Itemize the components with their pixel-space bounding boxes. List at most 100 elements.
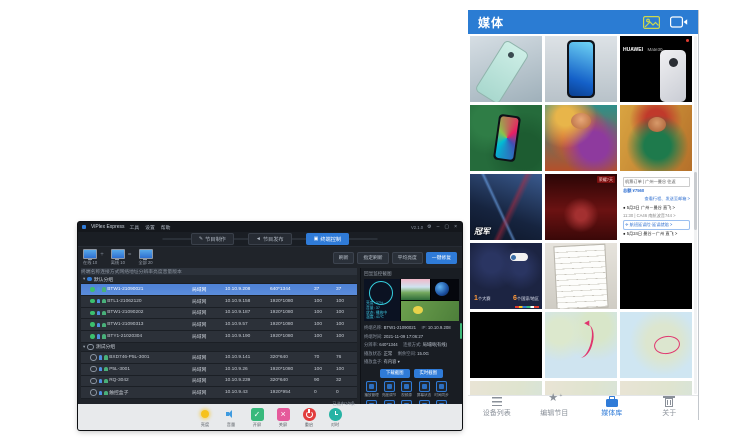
checkbox-icon[interactable] — [90, 334, 95, 339]
function-label: 亮度调节 — [382, 393, 396, 398]
function-button[interactable]: 亮度调节 — [382, 381, 397, 398]
function-button[interactable]: 播放管理 — [364, 381, 379, 398]
media-tile[interactable]: 冠军 — [470, 174, 542, 240]
toolbar-item[interactable]: 开屏 — [251, 408, 264, 428]
media-tile[interactable] — [620, 312, 692, 378]
table-row[interactable]: ▾ 默认分组 — [81, 275, 357, 284]
table-row[interactable]: BTY1-21020304 局域网 10.10.9.190 1920*1080 … — [81, 331, 357, 343]
column-header[interactable]: 音量 — [163, 268, 173, 275]
checkbox-icon[interactable] — [90, 354, 97, 361]
volume-cell: 0 — [336, 390, 358, 395]
function-button[interactable]: 网络配置 — [399, 400, 414, 404]
action-button[interactable]: 一键修复 — [426, 252, 457, 264]
media-tile[interactable] — [545, 105, 617, 171]
step-tab[interactable]: ✎ 节目制作 — [191, 233, 234, 245]
toolbar-item[interactable]: 音量 — [225, 408, 238, 428]
media-tile[interactable] — [470, 36, 542, 102]
function-button[interactable]: Remote — [434, 400, 449, 404]
function-button[interactable]: 屏幕状态 — [417, 381, 432, 398]
media-tile[interactable] — [620, 243, 692, 309]
nav-item[interactable]: 设备列表 — [468, 396, 526, 418]
table-row[interactable]: BTW1-21090021 局域网 10.10.9.208 640*1344 3… — [81, 284, 357, 296]
checkbox-icon[interactable] — [90, 389, 97, 396]
table-row[interactable]: 触控盒子 局域网 10.10.9.43 1920*954 0 0 v1.9.7 — [81, 387, 357, 399]
nav-label: 媒体库 — [601, 408, 622, 418]
checkbox-icon[interactable] — [90, 311, 95, 316]
step-tab[interactable]: ▣ 终端控制 — [306, 233, 350, 245]
action-button[interactable]: 平均亮度 — [392, 252, 423, 264]
media-tile[interactable] — [470, 312, 542, 378]
checkbox-icon[interactable] — [87, 277, 92, 282]
toolbar-item[interactable]: 亮度 — [199, 408, 212, 428]
function-button[interactable]: 视频源 — [399, 381, 414, 398]
column-header[interactable]: 网络地址 — [119, 268, 138, 275]
media-tile[interactable]: 1个大赛 6个国家/地区 — [470, 243, 542, 309]
photos-icon[interactable] — [643, 16, 660, 29]
panel-button[interactable]: 下载截图 — [380, 369, 410, 378]
media-tile[interactable] — [470, 105, 542, 171]
checkbox-icon[interactable] — [90, 322, 95, 327]
expander-icon[interactable]: ▾ — [83, 276, 85, 282]
media-tile[interactable] — [545, 36, 617, 102]
menubar-item[interactable]: 设置 — [145, 224, 155, 231]
window-control-button[interactable]: ▢ — [443, 225, 450, 230]
media-tile[interactable] — [620, 105, 692, 171]
checkbox-icon[interactable] — [90, 378, 97, 385]
column-header[interactable]: 亮度 — [153, 268, 163, 275]
device-icon — [99, 367, 103, 371]
grid-scrollbar[interactable] — [694, 36, 697, 394]
expander-icon[interactable]: ▾ — [83, 344, 85, 350]
table-row[interactable]: BTL1-21062120 局域网 10.10.9.158 1920*1080 … — [81, 296, 357, 308]
media-tile[interactable] — [620, 381, 692, 396]
media-tile[interactable]: 荣耀7天 — [545, 174, 617, 240]
menubar-item[interactable]: 工具 — [130, 224, 140, 231]
toolbar-icon — [303, 408, 316, 421]
window-control-button[interactable]: ⚙ — [426, 225, 432, 230]
video-icon[interactable] — [670, 16, 688, 28]
table-row[interactable]: RQ-3042 局域网 10.10.9.239 320*640 90 32 v5… — [81, 376, 357, 388]
toolbar-item[interactable]: 对时 — [329, 408, 342, 428]
column-header[interactable]: 终端名称 — [81, 268, 100, 275]
table-row[interactable]: BTW1-21090313 局域网 10.10.9.57 1920*1080 1… — [81, 319, 357, 331]
toolbar-item[interactable]: 重启 — [303, 408, 316, 428]
nav-item[interactable]: 编辑节目 — [526, 396, 584, 418]
media-tile[interactable]: 机票订单 | 广州—曼谷 往返 总额 ¥7560 查看行程、发送至邮箱 > ● … — [620, 174, 692, 240]
function-button[interactable]: 电源管理 — [382, 400, 397, 404]
column-header[interactable]: 版本 — [172, 268, 182, 275]
media-tile[interactable]: HUAWEI Mate30 — [620, 36, 692, 102]
function-button[interactable]: 重启配置 — [364, 400, 379, 404]
screen-preview[interactable]: 亮度: 37%音量: 37状态: 播放中温度: 41℃ — [364, 279, 459, 321]
nav-item[interactable]: 媒体库 — [583, 396, 641, 418]
brightness-cell: 0 — [314, 390, 336, 395]
panel-scrollbar[interactable] — [460, 323, 462, 339]
table-row[interactable]: ▾ 测试分组 — [81, 343, 357, 352]
toolbar-item[interactable]: 关屏 — [277, 408, 290, 428]
checkbox-icon[interactable] — [90, 299, 95, 304]
table-body: ▾ 默认分组 — [81, 275, 357, 399]
action-button[interactable]: 指定刷新 — [357, 252, 388, 264]
table-row[interactable]: P5L-3001 局域网 10.10.9.26 1920*1080 100 10… — [81, 364, 357, 376]
panel-button[interactable]: 实时截图 — [414, 369, 444, 378]
selection-count: 已选中1/9条 — [81, 399, 357, 410]
column-header[interactable]: 分辨率 — [139, 268, 153, 275]
checkbox-icon[interactable] — [90, 366, 97, 373]
media-tile[interactable] — [470, 381, 542, 396]
checkbox-icon[interactable] — [87, 344, 94, 351]
table-row[interactable]: BXD746-P5L-3001 局域网 10.10.9.141 320*640 … — [81, 352, 357, 364]
table-row[interactable]: BTW1-21090202 局域网 10.10.9.187 1920*1080 … — [81, 308, 357, 320]
column-header[interactable]: 连接方式 — [100, 268, 119, 275]
checkbox-icon[interactable] — [90, 287, 95, 292]
media-tile[interactable] — [545, 312, 617, 378]
nav-item[interactable]: 关于 — [641, 396, 699, 418]
window-control-button[interactable]: – — [436, 225, 441, 230]
function-button[interactable]: 终端升级 — [417, 400, 432, 404]
tile-text-lines — [623, 246, 690, 307]
info-field: 终端名称BTW1-21090021 — [364, 324, 416, 331]
menubar-item[interactable]: 帮助 — [161, 224, 171, 231]
media-tile[interactable] — [545, 243, 617, 309]
action-button[interactable]: 刷新 — [333, 252, 355, 264]
window-control-button[interactable]: × — [453, 225, 458, 230]
connection-cell: 局域网 — [192, 354, 225, 361]
function-button[interactable]: 时间同步 — [434, 381, 449, 398]
step-tab[interactable]: ◄ 节目发布 — [248, 233, 292, 245]
